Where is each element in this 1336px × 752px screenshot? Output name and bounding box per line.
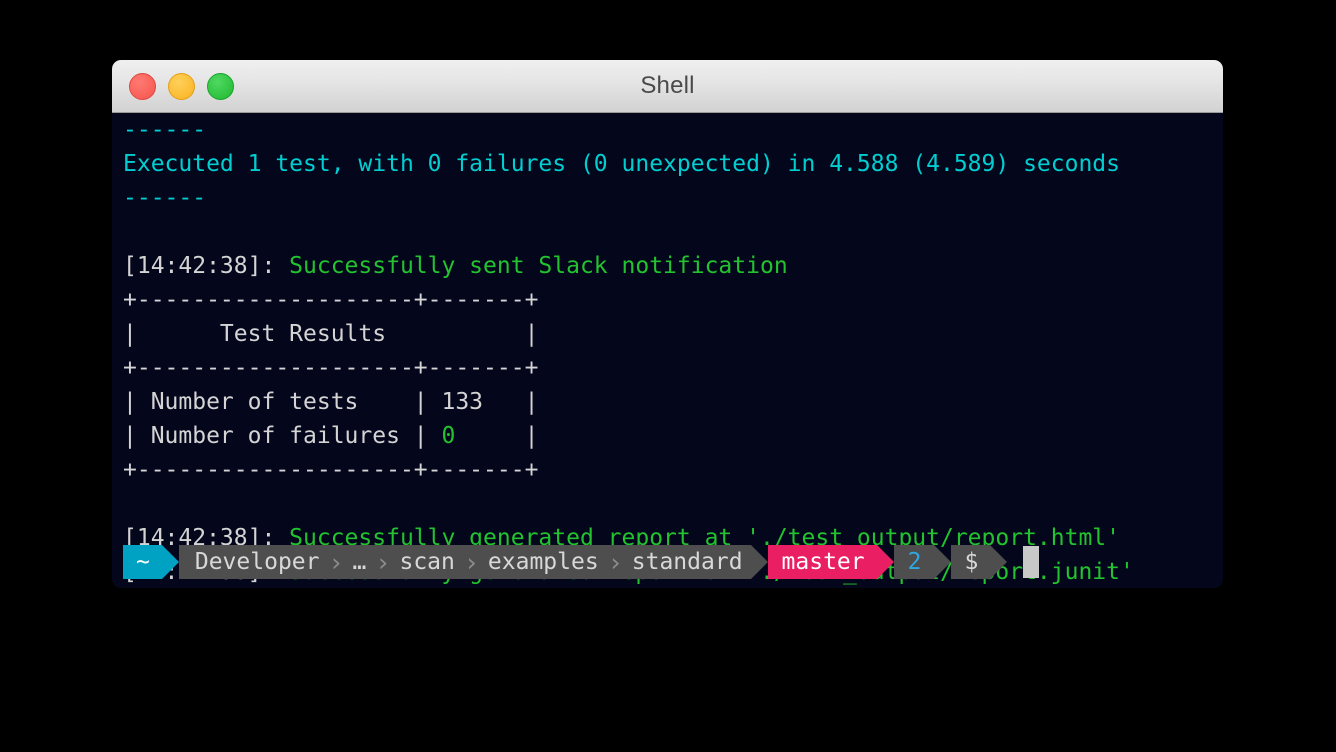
terminal-text-run: ------ [123, 185, 207, 211]
terminal-text-run: | [455, 423, 539, 449]
text-cursor[interactable] [1023, 546, 1040, 578]
terminal-text-run: | Number of tests | 133 | [123, 389, 539, 415]
prompt-breadcrumb-3: scan [393, 545, 461, 579]
prompt-path-segment: Developer ›… › scan › examples › standard [178, 545, 751, 579]
terminal-window: Shell ------ Executed 1 test, with 0 fail… [112, 60, 1223, 588]
prompt-git-arrow-icon [876, 545, 894, 579]
prompt-git-branch-label: master [781, 549, 865, 575]
prompt-git-segment: master [767, 545, 877, 579]
terminal-text-run [123, 491, 137, 517]
prompt-breadcrumb-4: examples [481, 545, 605, 579]
chevron-right-icon: › [604, 545, 626, 579]
prompt-home-segment: ~ [123, 545, 162, 579]
prompt-breadcrumb-2: … [346, 545, 373, 579]
prompt-home-arrow-icon [161, 545, 179, 579]
terminal-text-run: +--------------------+-------+ [123, 287, 539, 313]
prompt-symbol-arrow-icon [990, 545, 1008, 579]
prompt-jobs-segment: 2 [893, 545, 934, 579]
zoom-button[interactable] [207, 72, 234, 100]
chevron-right-icon: › [460, 545, 482, 579]
prompt-jobs-count: 2 [907, 549, 922, 575]
terminal-text-run [123, 219, 137, 245]
minimize-button[interactable] [168, 72, 195, 100]
prompt-symbol-segment: $ [950, 545, 991, 579]
terminal-lines: ------ Executed 1 test, with 0 failures (… [123, 113, 1223, 588]
prompt-symbol-label: $ [964, 549, 979, 575]
chevron-right-icon: › [325, 545, 347, 579]
window-title: Shell [640, 72, 695, 99]
terminal-text-run: Successfully sent Slack notification [289, 253, 788, 279]
terminal-text-run: ------ [123, 117, 207, 143]
terminal-text-run: | Test Results | [123, 321, 539, 347]
prompt-jobs-arrow-icon [933, 545, 951, 579]
terminal-text-run: [14:42:38]: [123, 253, 290, 279]
window-titlebar: Shell [112, 60, 1223, 113]
terminal-line-spacer-2 [123, 487, 1223, 521]
terminal-line-table-top: +--------------------+-------+ [123, 283, 1223, 317]
terminal-text-run: | Number of failures | [123, 423, 442, 449]
terminal-text-run: 0 [441, 423, 456, 449]
terminal-line-table-title: | Test Results | [123, 317, 1223, 351]
terminal-line-rule-top: ------ [123, 113, 1223, 147]
terminal-text-run: +--------------------+-------+ [123, 355, 539, 381]
terminal-text-run: Executed 1 test, with 0 failures (0 unex… [123, 151, 1120, 177]
terminal-output-area[interactable]: ------ Executed 1 test, with 0 failures (… [112, 113, 1223, 588]
terminal-line-spacer-1 [123, 215, 1223, 249]
prompt-breadcrumb-1: Developer [188, 545, 326, 579]
chevron-right-icon: › [372, 545, 394, 579]
prompt-home-label: ~ [136, 549, 150, 575]
terminal-line-table-bottom: +--------------------+-------+ [123, 453, 1223, 487]
terminal-line-summary: Executed 1 test, with 0 failures (0 unex… [123, 147, 1223, 181]
terminal-line-table-row-failures: | Number of failures | 0 | [123, 419, 1223, 453]
terminal-line-table-row-tests: | Number of tests | 133 | [123, 385, 1223, 419]
terminal-text-run: +--------------------+-------+ [123, 457, 539, 483]
close-button[interactable] [129, 72, 156, 100]
prompt-breadcrumb-5: standard [625, 545, 749, 579]
prompt-path-arrow-icon [750, 545, 768, 579]
window-controls [129, 60, 234, 112]
terminal-line-rule-bottom: ------ [123, 181, 1223, 215]
terminal-line-log-slack: [14:42:38]: Successfully sent Slack noti… [123, 249, 1223, 283]
shell-prompt: ~ Developer ›… › scan › examples › standard mas… [123, 545, 1040, 579]
terminal-line-table-sep: +--------------------+-------+ [123, 351, 1223, 385]
